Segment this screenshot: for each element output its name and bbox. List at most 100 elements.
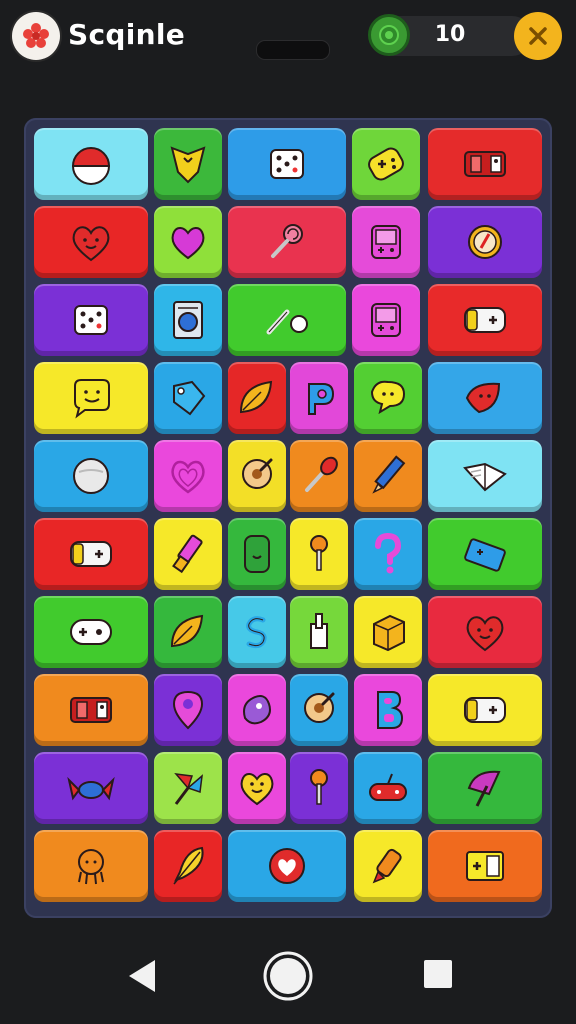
tile-chat[interactable] [354,362,422,434]
leaf-icon [239,380,273,414]
tile-badge[interactable] [428,206,542,278]
tile-tag-heart[interactable] [154,362,222,434]
tile-dice[interactable] [34,284,148,356]
pencil-icon [372,455,406,494]
pokeball-icon [71,147,111,185]
tile-card[interactable] [428,830,542,902]
controller-icon [70,541,112,567]
pin-icon [242,458,273,489]
controller-icon [464,697,506,723]
lollipop-icon [271,224,303,258]
tile-joystick[interactable] [354,752,422,824]
tile-console[interactable] [428,128,542,200]
tile-feather[interactable] [154,830,222,902]
coin-icon [368,14,410,56]
tile-letter-b[interactable] [354,674,422,746]
tile-handheld[interactable] [352,206,420,278]
tile-letter-p[interactable] [290,362,348,434]
close-button[interactable] [514,12,562,60]
tile-tablet[interactable] [428,518,542,590]
tile-heart-badge[interactable] [228,830,346,902]
joystick-icon [369,773,407,801]
tile-dice[interactable] [228,128,346,200]
location-icon [172,690,204,730]
back-button[interactable] [120,954,164,998]
leaf-face-icon [465,382,501,414]
dice-icon [74,305,108,335]
tile-gamepad[interactable] [352,128,420,200]
tile-leaf[interactable] [154,596,222,668]
card-icon [466,851,504,881]
hand-icon [310,613,328,649]
game-board [24,118,552,918]
tile-chat-smile[interactable] [34,362,148,434]
tile-heart-smile[interactable] [228,752,286,824]
tile-octopus[interactable] [34,830,148,902]
letter-p-icon [308,383,335,415]
tile-controller[interactable] [34,518,148,590]
close-icon [529,27,547,45]
tile-book[interactable] [428,440,542,512]
tile-handheld[interactable] [352,284,420,356]
rocket-icon [372,848,402,884]
tile-phone[interactable] [228,518,286,590]
key-icon [310,535,328,571]
tile-heart-face[interactable] [34,206,148,278]
heart-badge-icon [269,848,305,884]
recents-button[interactable] [420,956,456,992]
tile-washer[interactable] [154,284,222,356]
umbrella-icon [467,770,501,807]
heart-face-icon [72,226,110,262]
tile-location[interactable] [154,674,222,746]
console-icon [464,151,506,177]
tile-controller[interactable] [428,284,542,356]
tile-pinwheel[interactable] [154,752,222,824]
top-bar: Scqinle 10 [0,0,576,80]
tile-blob[interactable] [228,674,286,746]
tile-match[interactable] [290,440,348,512]
home-button[interactable] [262,950,314,1002]
tile-pencil-cloud[interactable] [228,284,346,356]
controller-icon [464,307,506,333]
tile-heart[interactable] [154,206,222,278]
tile-letter-s[interactable] [228,596,286,668]
handheld-icon [371,303,401,337]
tile-hand[interactable] [290,596,348,668]
tile-lollipop[interactable] [228,206,346,278]
tile-candy[interactable] [34,752,148,824]
tile-question[interactable] [354,518,422,590]
tile-chat-gamepad[interactable] [34,596,148,668]
tile-cube[interactable] [354,596,422,668]
tile-heart-face[interactable] [428,596,542,668]
match-icon [305,456,338,492]
tile-pin[interactable] [228,440,286,512]
shield-heart-icon [170,146,206,184]
tile-umbrella[interactable] [428,752,542,824]
tile-pin[interactable] [290,674,348,746]
flower-icon[interactable] [12,12,60,60]
tile-leaf[interactable] [228,362,286,434]
tile-pokeball[interactable] [34,128,148,200]
book-icon [463,462,507,492]
system-nav-bar [0,930,576,1024]
tile-lipstick[interactable] [154,518,222,590]
tile-key[interactable] [290,752,348,824]
letter-s-icon [246,616,267,649]
tile-pencil[interactable] [354,440,422,512]
score-value: 10 [434,22,466,47]
camera-notch [256,40,330,60]
back-triangle-icon [129,960,155,992]
tile-heart-outline[interactable] [154,440,222,512]
tile-console[interactable] [34,674,148,746]
dice-icon [270,149,304,179]
tile-shield-heart[interactable] [154,128,222,200]
tile-key[interactable] [290,518,348,590]
app-title: Scqinle [68,18,186,51]
tile-controller[interactable] [428,674,542,746]
candy-icon [67,776,115,801]
tile-ball[interactable] [34,440,148,512]
tile-leaf-face[interactable] [428,362,542,434]
key-icon [310,769,328,805]
tile-rocket[interactable] [354,830,422,902]
lipstick-icon [172,534,203,574]
